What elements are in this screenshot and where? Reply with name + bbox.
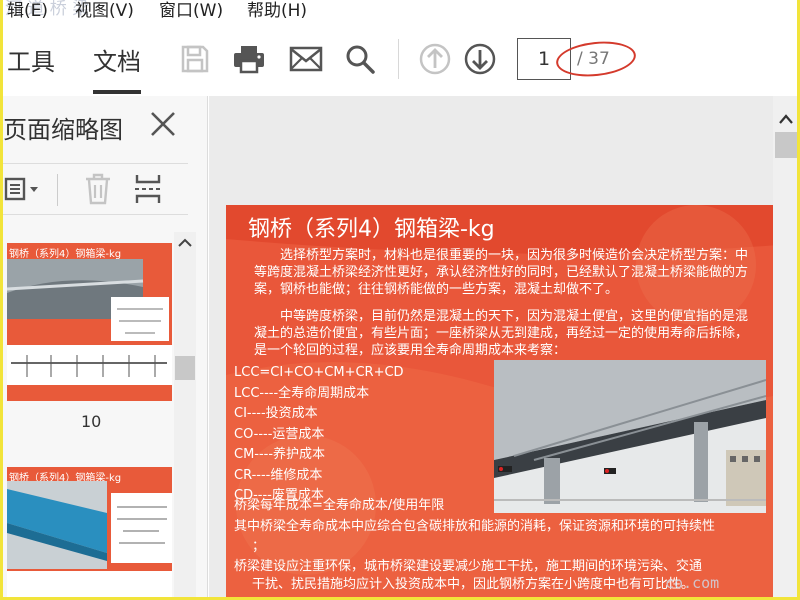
menu-help[interactable]: 帮助(H)	[247, 0, 307, 21]
document-view: 钢桥（系列4）钢箱梁-kg 选择桥型方案时，材料也是很重要的一块，因为很多时候造…	[209, 96, 778, 597]
toolbar-separator	[398, 39, 399, 79]
thumbnail-panel: 页面缩略图 钢桥（系列4）钢箱梁-kg 10 钢桥（系列4）钢箱梁-kg	[3, 96, 208, 597]
delete-page-button[interactable]	[81, 172, 115, 206]
text-line: 桥梁每年成本=全寿命成本/使用年限	[234, 498, 445, 513]
thumbnail-image	[7, 259, 172, 385]
toolbar: 工具 文档 1 / 37	[3, 24, 797, 96]
chevron-up-icon[interactable]	[777, 112, 795, 126]
menu-view[interactable]: 视图(V)	[75, 0, 134, 21]
text-line: 干扰、扰民措施均应计入投资成本中，因此钢桥方案在小跨度中也有可比性。	[252, 577, 695, 592]
menu-edit[interactable]: 辑(E)	[7, 0, 48, 21]
page-thumbnail[interactable]: 钢桥（系列4）钢箱梁-kg	[7, 243, 172, 401]
formula-item: CO----运营成本	[234, 426, 325, 442]
text-line: 桥梁建设应注重环保，城市桥梁建设要减少施工干扰，施工期间的环境污染、交通	[234, 559, 703, 574]
thumbnail-scrollbar[interactable]	[174, 232, 196, 597]
view-options-button[interactable]	[3, 172, 47, 206]
view-options-icon	[4, 177, 38, 201]
app-window: 河 道 桥 梁 辑(E) 视图(V) 窗口(W) 帮助(H) 工具 文档 1 /…	[0, 0, 800, 600]
save-icon	[181, 45, 209, 73]
extract-page-button[interactable]	[131, 172, 165, 206]
tab-document[interactable]: 文档	[93, 42, 141, 94]
formula-item: CI----投资成本	[234, 406, 318, 421]
search-button[interactable]	[341, 40, 379, 78]
delete-icon	[86, 173, 110, 205]
tab-tools[interactable]: 工具	[7, 42, 55, 77]
slide-title: 钢桥（系列4）钢箱梁-kg	[248, 217, 495, 242]
formula-item: LCC----全寿命周期成本	[234, 385, 370, 401]
extract-icon	[135, 175, 161, 203]
arrow-down-circle-icon	[464, 43, 496, 75]
panel-toolbar	[3, 163, 188, 215]
panel-title: 页面缩略图	[3, 116, 123, 144]
scrollbar-thumb[interactable]	[775, 132, 797, 158]
next-page-button[interactable]	[461, 40, 499, 78]
panel-toolbar-separator	[57, 174, 58, 206]
previous-page-button[interactable]	[416, 40, 454, 78]
paragraph: 中等跨度桥梁，目前仍然是混凝土的天下，因为混凝土便宜，这里的便宜指的是混凝土的总…	[254, 309, 749, 358]
thumbnail-page-number: 10	[81, 412, 102, 431]
mail-icon	[289, 46, 323, 72]
arrow-up-circle-icon	[419, 43, 451, 75]
menu-window[interactable]: 窗口(W)	[159, 0, 223, 21]
email-button[interactable]	[287, 40, 325, 78]
watermark: co.com	[665, 574, 720, 592]
search-icon	[346, 45, 375, 74]
formula-item: CM----养护成本	[234, 447, 326, 462]
bridge-photo	[494, 360, 767, 513]
document-scrollbar[interactable]	[773, 96, 797, 597]
save-button[interactable]	[176, 40, 214, 78]
formula-list: LCC=CI+CO+CM+CR+CD LCC----全寿命周期成本 CI----…	[234, 363, 404, 507]
formula-item: CR----维修成本	[234, 467, 323, 483]
thumbnail-image	[7, 481, 172, 597]
scrollbar-thumb[interactable]	[175, 356, 195, 380]
chevron-up-icon[interactable]	[174, 234, 196, 252]
text-line: 其中桥梁全寿命成本中应综合包含碳排放和能源的消耗，保证资源和环境的可持续性	[234, 519, 716, 534]
formula-item: LCC=CI+CO+CM+CR+CD	[234, 365, 404, 380]
print-icon	[234, 46, 264, 74]
text-line: ；	[252, 539, 266, 554]
menu-bar: 河 道 桥 梁 辑(E) 视图(V) 窗口(W) 帮助(H)	[3, 0, 797, 21]
paragraph: 选择桥型方案时，材料也是很重要的一块，因为很多时候造价会决定桥型方案：中等跨度混…	[254, 248, 749, 297]
close-icon[interactable]	[149, 110, 177, 138]
document-page: 钢桥（系列4）钢箱梁-kg 选择桥型方案时，材料也是很重要的一块，因为很多时候造…	[226, 205, 778, 597]
page-thumbnail[interactable]: 钢桥（系列4）钢箱梁-kg	[7, 467, 172, 597]
print-button[interactable]	[230, 40, 268, 78]
